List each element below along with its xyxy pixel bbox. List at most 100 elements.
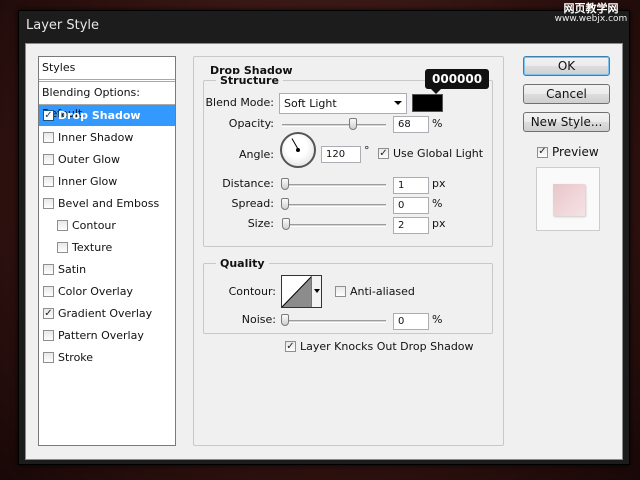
quality-group: Quality Contour: Anti-aliased Noise: 0 % <box>203 257 493 334</box>
spread-label: Spread: <box>231 197 274 210</box>
distance-field[interactable]: 1 <box>393 177 429 194</box>
contour-curve-icon <box>281 275 313 308</box>
style-item-texture[interactable]: Texture <box>39 237 175 259</box>
watermark-line2: www.webjx.com <box>554 14 628 24</box>
angle-unit: ° <box>364 144 370 157</box>
style-item-label: Stroke <box>58 350 94 364</box>
angle-field[interactable]: 120 <box>321 146 361 163</box>
anti-aliased-checkbox[interactable] <box>335 286 346 297</box>
style-item-stroke[interactable]: Stroke <box>39 347 175 369</box>
use-global-light-option[interactable]: ✓ Use Global Light <box>378 147 483 160</box>
watermark-line1: 网页教学网 <box>563 2 619 15</box>
style-checkbox[interactable]: ✓ <box>43 308 54 319</box>
style-checkbox[interactable] <box>43 330 54 341</box>
size-unit: px <box>432 217 446 230</box>
contour-label: Contour: <box>228 285 276 298</box>
style-item-label: Pattern Overlay <box>58 328 144 342</box>
contour-dropdown-arrow[interactable] <box>311 276 321 307</box>
size-slider[interactable] <box>282 224 386 227</box>
style-checkbox[interactable] <box>43 176 54 187</box>
style-checkbox[interactable]: ✓ <box>43 110 54 121</box>
preview-thumbnail <box>553 184 585 216</box>
preview-label: Preview <box>552 145 599 159</box>
style-item-label: Contour <box>72 218 116 232</box>
spread-field[interactable]: 0 <box>393 197 429 214</box>
knocks-out-label: Layer Knocks Out Drop Shadow <box>300 340 474 353</box>
angle-hub <box>296 148 300 152</box>
noise-slider-thumb[interactable] <box>281 314 289 326</box>
style-checkbox[interactable] <box>43 132 54 143</box>
new-style-button[interactable]: New Style... <box>523 112 610 132</box>
shadow-color-swatch[interactable] <box>412 94 443 112</box>
preview-checkbox[interactable]: ✓ <box>537 146 548 158</box>
noise-slider[interactable] <box>282 320 386 323</box>
distance-unit: px <box>432 177 446 190</box>
noise-unit: % <box>432 313 443 326</box>
opacity-slider[interactable] <box>282 124 386 127</box>
style-item-label: Inner Glow <box>58 174 118 188</box>
knocks-out-checkbox[interactable]: ✓ <box>285 341 296 352</box>
knocks-out-option[interactable]: ✓ Layer Knocks Out Drop Shadow <box>285 340 474 353</box>
style-checkbox[interactable] <box>43 198 54 209</box>
use-global-light-checkbox[interactable]: ✓ <box>378 148 389 159</box>
drop-shadow-settings: Drop Shadow Structure Blend Mode: Soft L… <box>193 56 504 446</box>
opacity-unit: % <box>432 117 443 130</box>
size-field[interactable]: 2 <box>393 217 429 234</box>
style-item-label: Texture <box>72 240 113 254</box>
style-item-satin[interactable]: Satin <box>39 259 175 281</box>
spread-slider[interactable] <box>282 204 386 207</box>
style-checkbox[interactable] <box>43 286 54 297</box>
spread-unit: % <box>432 197 443 210</box>
style-checkbox[interactable] <box>43 264 54 275</box>
contour-picker[interactable] <box>281 275 322 308</box>
preview-option[interactable]: ✓ Preview <box>537 145 599 159</box>
style-item-gradient-overlay[interactable]: ✓ Gradient Overlay <box>39 303 175 325</box>
chevron-down-icon <box>394 101 402 105</box>
dialog-body: Styles Blending Options: Default ✓ Drop S… <box>25 43 623 460</box>
blending-options-item[interactable]: Blending Options: Default <box>39 81 175 120</box>
style-item-color-overlay[interactable]: Color Overlay <box>39 281 175 303</box>
angle-dial[interactable] <box>280 132 316 168</box>
quality-legend: Quality <box>216 257 269 270</box>
style-item-contour[interactable]: Contour <box>39 215 175 237</box>
style-item-label: Gradient Overlay <box>58 306 153 320</box>
opacity-slider-thumb[interactable] <box>348 118 357 130</box>
spread-slider-thumb[interactable] <box>281 198 289 210</box>
distance-slider[interactable] <box>282 184 386 187</box>
style-item-label: Inner Shadow <box>58 130 134 144</box>
style-checkbox[interactable] <box>43 352 54 363</box>
style-item-pattern-overlay[interactable]: Pattern Overlay <box>39 325 175 347</box>
style-item-bevel-and-emboss[interactable]: Bevel and Emboss <box>39 193 175 215</box>
style-item-label: Drop Shadow <box>58 108 141 122</box>
style-item-label: Color Overlay <box>58 284 133 298</box>
window-title[interactable]: Layer Style <box>19 11 629 43</box>
angle-label: Angle: <box>238 148 274 161</box>
style-items: ✓ Drop Shadow Inner Shadow Outer Glow Inner … <box>39 105 175 369</box>
style-checkbox[interactable] <box>57 242 68 253</box>
style-item-label: Outer Glow <box>58 152 121 166</box>
style-item-inner-shadow[interactable]: Inner Shadow <box>39 127 175 149</box>
blend-mode-select[interactable]: Soft Light <box>279 93 407 114</box>
ok-button[interactable]: OK <box>523 56 610 76</box>
style-item-inner-glow[interactable]: Inner Glow <box>39 171 175 193</box>
style-preview <box>536 167 600 231</box>
style-item-drop-shadow[interactable]: ✓ Drop Shadow <box>39 105 175 127</box>
style-item-outer-glow[interactable]: Outer Glow <box>39 149 175 171</box>
use-global-light-label: Use Global Light <box>393 147 484 160</box>
anti-aliased-label: Anti-aliased <box>350 285 415 298</box>
style-item-label: Satin <box>58 262 87 276</box>
style-checkbox[interactable] <box>57 220 68 231</box>
style-checkbox[interactable] <box>43 154 54 165</box>
layer-style-dialog: Layer Style Styles Blending Options: Def… <box>18 10 630 465</box>
noise-field[interactable]: 0 <box>393 313 429 330</box>
opacity-label: Opacity: <box>228 117 274 130</box>
blend-mode-value: Soft Light <box>284 97 337 110</box>
size-slider-thumb[interactable] <box>282 218 290 230</box>
noise-label: Noise: <box>241 313 276 326</box>
styles-list: Styles Blending Options: Default ✓ Drop S… <box>38 56 176 446</box>
styles-header[interactable]: Styles <box>39 57 175 80</box>
cancel-button[interactable]: Cancel <box>523 84 610 104</box>
distance-slider-thumb[interactable] <box>281 178 289 190</box>
opacity-field[interactable]: 68 <box>393 116 429 133</box>
anti-aliased-option[interactable]: Anti-aliased <box>335 285 415 298</box>
